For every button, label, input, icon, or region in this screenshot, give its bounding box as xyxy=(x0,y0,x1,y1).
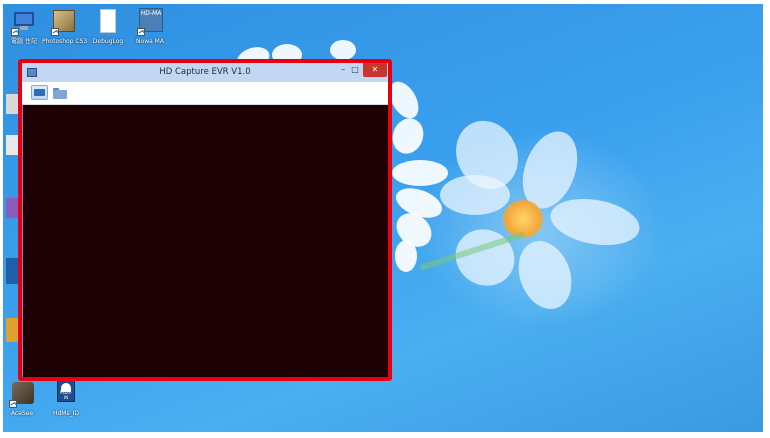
window-titlebar[interactable]: HD Capture EVR V1.0 – □ ✕ xyxy=(22,63,388,82)
photoshop-icon xyxy=(51,8,77,36)
desktop-icon-label: 電腦 住記 xyxy=(11,38,37,45)
hdma-icon: HD-MA xyxy=(137,8,163,36)
flower-petal xyxy=(392,160,448,186)
desktop-icon-label: DebugLog xyxy=(92,38,124,45)
plugin-icon: PLUG-IN xyxy=(53,380,79,408)
flower-petal xyxy=(387,113,429,159)
desktop-icon-computer[interactable]: 電腦 住記 xyxy=(2,8,46,45)
desktop-icon-label: AceSee xyxy=(10,410,34,417)
close-button[interactable]: ✕ xyxy=(363,63,387,77)
flower-petal xyxy=(395,240,417,272)
desktop-icon-photoshop[interactable]: Photoshop CS3 xyxy=(42,8,88,45)
desktop-icon-acesee[interactable]: AceSee xyxy=(0,380,44,417)
desktop-icon-hidden[interactable] xyxy=(6,94,18,114)
flower-petal xyxy=(330,40,356,60)
flower-petal xyxy=(546,192,644,252)
maximize-button[interactable]: □ xyxy=(350,63,360,77)
desktop-icon-hdma[interactable]: HD-MA Nowa MA xyxy=(128,8,172,45)
window-toolbar xyxy=(22,82,388,105)
desktop-icon-hidden[interactable] xyxy=(6,258,18,284)
window-title: HD Capture EVR V1.0 xyxy=(159,67,251,77)
app-window[interactable]: HD Capture EVR V1.0 – □ ✕ xyxy=(18,59,392,381)
video-preview-area[interactable] xyxy=(22,105,388,377)
desktop-icon-hidden[interactable] xyxy=(6,318,18,342)
desktop-icon-label: Nowa MA xyxy=(136,38,164,45)
folder-icon[interactable] xyxy=(52,85,69,100)
screen-border-top xyxy=(0,0,770,4)
minimize-button[interactable]: – xyxy=(338,63,348,77)
screen-border-left xyxy=(0,0,3,438)
app-icon xyxy=(9,380,35,408)
desktop-icon-label: Photoshop CS3 xyxy=(42,38,88,45)
capture-icon[interactable] xyxy=(31,85,48,100)
flower-petal xyxy=(509,233,581,317)
screen-border-bottom xyxy=(0,432,770,438)
document-icon xyxy=(95,8,121,36)
desktop-icon-debuglog[interactable]: DebugLog xyxy=(86,8,130,45)
desktop-icon-hidden[interactable] xyxy=(6,135,18,155)
desktop-icon-hidden[interactable] xyxy=(6,198,18,218)
screen-border-right xyxy=(763,0,770,438)
desktop-icon-label: HdMs_ID xyxy=(52,410,79,417)
desktop-icon-plugin[interactable]: PLUG-IN HdMs_ID xyxy=(44,380,88,417)
flower-petal xyxy=(440,175,510,215)
computer-icon xyxy=(11,8,37,36)
